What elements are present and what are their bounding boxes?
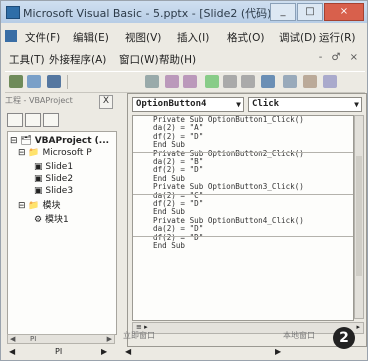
code-line[interactable]: End Sub — [153, 241, 304, 250]
view-powerpoint-icon[interactable] — [9, 75, 23, 88]
save-icon[interactable] — [47, 75, 61, 88]
project-explorer-pane: 工程 - VBAProject X ⊟ 🗂 VBAProject (... ⊟ … — [5, 93, 119, 347]
mdi-controls[interactable]: - ♂ × — [319, 52, 361, 63]
tree-node-microsoft-objects[interactable]: ⊟ 📁 Microsoft P — [18, 148, 92, 158]
design-mode-icon[interactable] — [261, 75, 275, 88]
standard-toolbar — [5, 71, 365, 93]
menu-debug[interactable]: 调试(D) — [279, 30, 316, 45]
vba-app-icon — [6, 6, 20, 19]
code-editor[interactable]: Private Sub OptionButton1_Click() da(2) =… — [132, 115, 354, 321]
bottom-panels: 立即窗口 本地窗口 — [119, 326, 367, 348]
menu-bar-row2: 工具(T) 外接程序(A) 窗口(W) 帮助(H) - ♂ × — [1, 49, 367, 69]
redo-icon[interactable] — [183, 75, 197, 88]
tree-node-vbaproject[interactable]: ⊟ 🗂 VBAProject (... — [10, 136, 109, 146]
project-hscrollbar[interactable]: ◀ PI ▶ — [7, 334, 115, 344]
insert-module-icon[interactable] — [27, 75, 41, 88]
object-browser-icon[interactable] — [323, 75, 337, 88]
locals-window-tab[interactable]: 本地窗口 — [283, 330, 315, 341]
menu-addins[interactable]: 外接程序(A) — [49, 52, 106, 67]
menu-format[interactable]: 格式(O) — [227, 30, 264, 45]
code-text[interactable]: Private Sub OptionButton1_Click() da(2) =… — [153, 116, 304, 251]
find-icon[interactable] — [145, 75, 159, 88]
undo-icon[interactable] — [165, 75, 179, 88]
code-vscrollbar[interactable] — [354, 115, 364, 319]
reset-icon[interactable] — [241, 75, 255, 88]
tree-node-slide1[interactable]: ▣ Slide1 — [34, 162, 73, 172]
run-icon[interactable] — [205, 75, 219, 88]
tree-node-slide3[interactable]: ▣ Slide3 — [34, 186, 73, 196]
project-pane-title: 工程 - VBAProject — [5, 96, 73, 105]
project-pane-close-button[interactable]: X — [99, 95, 113, 109]
view-object-icon[interactable] — [25, 113, 41, 127]
close-button[interactable]: × — [324, 3, 364, 21]
code-window: OptionButton4 ▼ Click ▼ Private Sub Option… — [127, 93, 367, 347]
project-tree[interactable]: ⊟ 🗂 VBAProject (... ⊟ 📁 Microsoft P ▣ Sl… — [7, 131, 117, 335]
maximize-button[interactable]: □ — [297, 3, 323, 21]
menu-bar: 文件(F) 编辑(E) 视图(V) 插入(I) 格式(O) 调试(D) 运行(R… — [1, 26, 367, 46]
project-explorer-icon[interactable] — [283, 75, 297, 88]
code-window-icon — [5, 30, 17, 42]
tree-node-modules[interactable]: ⊟ 📁 模块 — [18, 198, 60, 211]
menu-view[interactable]: 视图(V) — [125, 30, 161, 45]
view-code-icon[interactable] — [7, 113, 23, 127]
minimize-button[interactable]: _ — [270, 3, 296, 21]
properties-icon[interactable] — [303, 75, 317, 88]
vba-editor-window: Microsoft Visual Basic - 5.pptx - [Slide… — [0, 0, 368, 361]
immediate-window-tab[interactable]: 立即窗口 — [123, 330, 155, 341]
procedure-combo[interactable]: Click ▼ — [248, 97, 362, 112]
menu-tools[interactable]: 工具(T) — [9, 52, 45, 67]
menu-edit[interactable]: 编辑(E) — [73, 30, 109, 45]
menu-file[interactable]: 文件(F) — [25, 30, 60, 45]
menu-run[interactable]: 运行(R) — [319, 30, 356, 45]
tree-node-module1[interactable]: ⚙ 模块1 — [34, 212, 69, 225]
tree-node-slide2[interactable]: ▣ Slide2 — [34, 174, 73, 184]
toggle-folders-icon[interactable] — [43, 113, 59, 127]
break-icon[interactable] — [223, 75, 237, 88]
object-combo[interactable]: OptionButton4 ▼ — [132, 97, 244, 112]
menu-window[interactable]: 窗口(W) — [119, 52, 159, 67]
menu-insert[interactable]: 插入(I) — [177, 30, 209, 45]
title-bar: Microsoft Visual Basic - 5.pptx - [Slide… — [1, 1, 367, 23]
step-number-badge: 2 — [333, 327, 355, 349]
bottom-scrollbar[interactable]: ◀ PI ▶ ◀ ▶ — [5, 347, 365, 359]
menu-help[interactable]: 帮助(H) — [159, 52, 196, 67]
window-title: Microsoft Visual Basic - 5.pptx - [Slide… — [23, 7, 276, 20]
